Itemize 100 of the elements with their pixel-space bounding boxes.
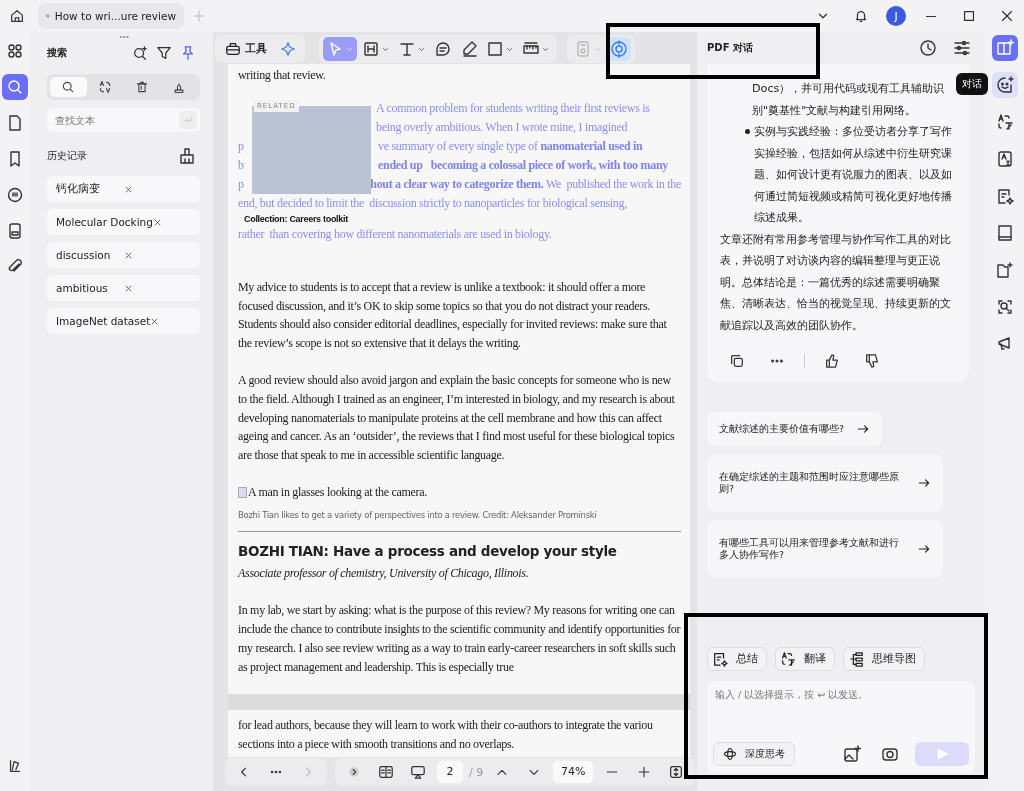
close-icon[interactable]: [124, 283, 133, 293]
bullet-dot: [745, 129, 750, 134]
ai-tools-icon: [280, 41, 296, 57]
send-icon: [935, 747, 949, 761]
form-icon: [6, 222, 24, 240]
close-icon[interactable]: [124, 250, 133, 260]
scan-icon: [995, 298, 1014, 316]
related-text: p: [238, 137, 245, 155]
book-icon: [995, 224, 1014, 242]
history-item[interactable]: 钙化病变: [47, 176, 200, 202]
body-text: writing that review.: [238, 67, 327, 84]
chat-input-field[interactable]: 输入 / 以选择提示，按 ↩ 以发送。 深度思考: [707, 681, 975, 773]
close-icon[interactable]: [150, 316, 160, 326]
user-avatar[interactable]: J: [886, 6, 906, 26]
folder-icon: [995, 261, 1014, 279]
toolbox-icon: [225, 41, 241, 57]
history-title: 历史记录: [47, 149, 88, 163]
arrow-icon: [856, 422, 871, 436]
body-text: sections into a piece with smooth transitions and no overlaps.: [238, 736, 516, 754]
presentation-icon: [410, 764, 426, 780]
translate-button[interactable]: 翻译: [775, 647, 835, 671]
message-text: 文章还附有常用参考管理与协作写作工具的对比表，并说明了对访谈内容的编辑整理与更正说明。总体结论是：一篇优秀的综述需要明确聚焦、清晰表达、恰当的视觉呈现、持续更新的文献追踪以及高效的团队协作。: [720, 231, 952, 334]
collection-caption: Collection: Careers toolkit: [243, 212, 349, 225]
page-icon: [6, 114, 24, 132]
body-text: for lead authors, because they will learn to work with their co-authors to integrate the variou: [238, 717, 654, 735]
translate-page-icon: [995, 150, 1014, 168]
notifications-icon: [853, 8, 869, 24]
panel-icon: [7, 758, 23, 774]
thumbs-up-icon: [824, 353, 840, 369]
section-heading: BOZHI TIAN: Have a process and develop your style: [238, 541, 618, 561]
body-text: My advice to students is to accept that a review is unlike a textbook: it should offer a more focused discussion, and it’s OK to skip some topics so that you do not distract your readers. Students should also consider editorial deadlines, especially for invited reviews: make sure that the review’s scope is not so extensive that it delays the writing.: [238, 278, 668, 353]
deep-think-button[interactable]: 深度思考: [713, 742, 795, 766]
related-text: hout a clear way to categorize them. We published the work in the: [370, 175, 681, 193]
related-text: ended up becoming a colossal piece of work, with too many: [378, 156, 668, 174]
page-total: / 9: [469, 765, 484, 779]
atom-icon: [723, 747, 737, 761]
search-field[interactable]: 查找文本: [47, 108, 200, 132]
page-number-field[interactable]: 2: [437, 761, 463, 783]
search-icon: [61, 80, 76, 94]
tooltip: 对话: [956, 73, 988, 95]
filter-icon: [156, 45, 172, 61]
translate-icon: [780, 651, 796, 667]
history-item[interactable]: Molecular Docking: [47, 209, 200, 235]
minimize-icon: [923, 14, 939, 18]
close-icon[interactable]: [152, 217, 162, 227]
zoom-field[interactable]: 74%: [553, 761, 594, 783]
stamp-icon: [171, 80, 186, 94]
suggested-question[interactable]: 文献综述的主要价值有哪些?: [707, 412, 883, 446]
related-text: p: [238, 175, 245, 193]
pen-icon: [460, 40, 478, 58]
arrow-icon: [917, 542, 931, 556]
suggested-question[interactable]: 在确定综述的主题和范围时应注意哪些原则?: [707, 454, 943, 512]
suggested-question[interactable]: 有哪些工具可以用来管理参考文献和进行多人协作写作?: [707, 520, 943, 578]
image-alt-text: A man in glasses looking at the camera.: [248, 483, 427, 501]
tools-button[interactable]: 工具: [219, 41, 273, 57]
settings-icon: [953, 39, 971, 57]
body-text: In my lab, we start by asking: what is the purpose of this review? My reasons for writing one can include the chance to contribute insights to the scientific community and identify opportunities for my research. I also see review writing as a way to train early-career researchers in soft skills such as project management and leadership. This is especially true: [238, 602, 681, 676]
chat-button[interactable]: [991, 72, 1018, 98]
translate-icon: [995, 113, 1014, 131]
related-text: A common problem for students writing their first reviews is: [376, 99, 650, 117]
fit-page-icon: [668, 764, 685, 780]
related-text: end, but decided to limit the discussion strictly to nanoparticles for biological sensing,: [238, 194, 627, 212]
copy-icon: [729, 353, 745, 369]
related-text: ve summary of every single type of nanomaterial used in: [378, 137, 643, 155]
maximize-icon: [961, 8, 977, 24]
chat-title: PDF 对话: [707, 41, 754, 55]
search-tab[interactable]: [50, 77, 87, 97]
history-item[interactable]: discussion: [47, 242, 200, 268]
summary-icon: [712, 651, 728, 667]
history-item[interactable]: ImageNet dataset: [47, 308, 200, 334]
message-input[interactable]: 输入 / 以选择提示，按 ↩ 以发送。: [713, 687, 969, 741]
history-item[interactable]: ambitious: [47, 275, 200, 301]
arrow-icon: [917, 476, 931, 490]
summarize-button[interactable]: 总结: [707, 647, 767, 671]
mind-map-button[interactable]: 思维导图: [843, 647, 925, 671]
related-text: b: [238, 156, 245, 174]
close-icon: [999, 8, 1015, 24]
chat-icon: [995, 76, 1014, 94]
apps-icon: [6, 42, 24, 60]
close-icon[interactable]: [124, 184, 133, 194]
text-icon: [398, 40, 416, 58]
page-layout-icon: [378, 764, 394, 780]
panel-title: 搜索: [47, 46, 68, 60]
home-icon: [9, 8, 25, 24]
document-tab[interactable]: How to wri...ure review: [38, 3, 184, 29]
pin-icon: [180, 45, 196, 61]
ai-reader-icon: [995, 39, 1014, 57]
body-text: A good review should also avoid jargon and explain the basic concepts for someone who is new to the field. Although I trained as an engineer, I’m interested in biology, and my research is about developing nanomaterials to manipulate proteins at the cell membrane and how this can affect ageing and cancer. As an ‘outsider’, the reviews that I find most useful for these biological topics are those that speak to me in accessible scientific language.: [238, 372, 676, 465]
message-text: 实例与实践经验：多位受访者分享了写作实操经验，包括如何从综述中衍生研究课题、如何设计更有说服力的图表、以及如何通过简短视频或精简可视化更好地传播综述成果。: [754, 124, 953, 226]
search-button[interactable]: [2, 74, 28, 100]
add-image-icon: [843, 745, 861, 763]
search-icon: [6, 78, 24, 96]
trash-icon: [134, 80, 149, 94]
comment-icon: [434, 40, 452, 58]
expand-icon: [347, 765, 361, 779]
rectangle-icon: [486, 40, 504, 58]
ai-reader-button[interactable]: [991, 35, 1018, 61]
comment-icon: [6, 186, 24, 204]
screenshot-icon: [881, 745, 899, 763]
ai-icon: [610, 40, 628, 58]
